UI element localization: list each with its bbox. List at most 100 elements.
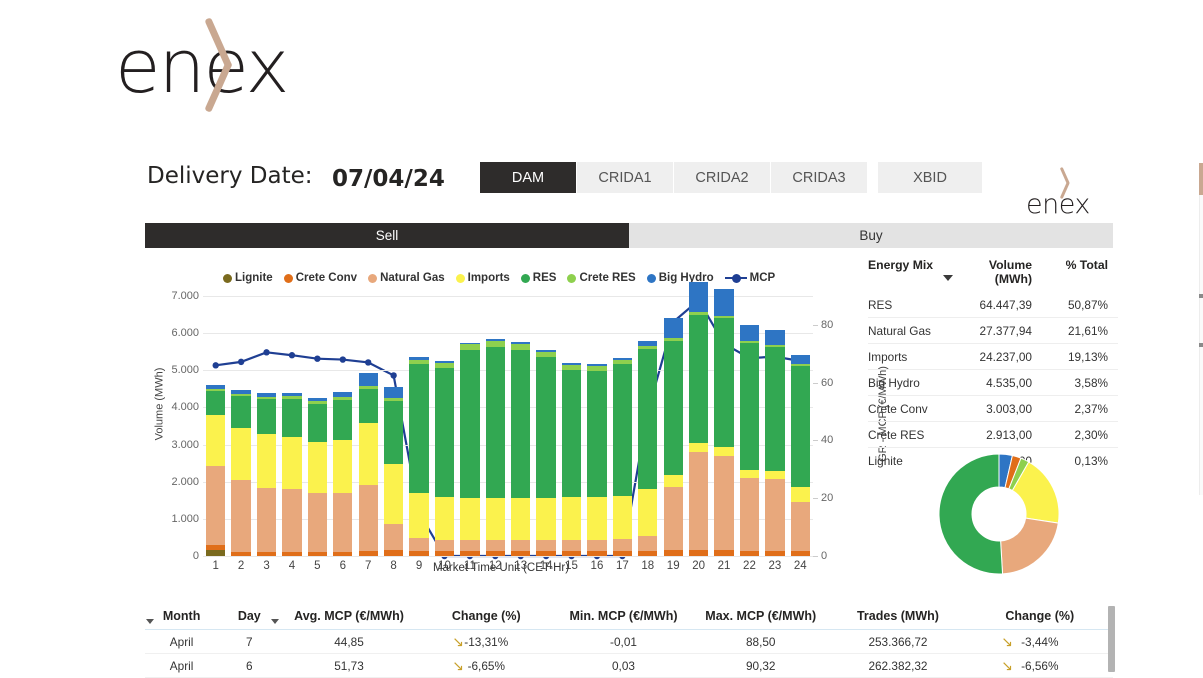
chart-bar[interactable]: [206, 384, 226, 556]
chart-bar[interactable]: [333, 392, 353, 556]
donut-slice-res[interactable]: [938, 453, 1004, 575]
mcp-data-point[interactable]: [339, 356, 346, 363]
legend-item-imports[interactable]: Imports: [455, 272, 510, 284]
chart-bar-segment-big-hydro: [231, 390, 251, 394]
chart-bar-segment-natural-gas: [714, 455, 734, 551]
chart-plot-area[interactable]: 0 1.000 2.000 3.000 4.000 5.000 6.000 7.000 0 20 4…: [171, 282, 833, 572]
energy-mix-row[interactable]: Crete Conv 3.003,00 2,37%: [868, 395, 1118, 421]
energy-mix-col-pct[interactable]: % Total: [1042, 258, 1108, 286]
sell-tab[interactable]: Sell: [145, 223, 629, 248]
chart-bar-segment-crete-conv: [638, 550, 658, 556]
chart-bar-segment-crete-conv: [536, 551, 556, 556]
brand-logo-chevron-icon: [222, 14, 282, 114]
history-table-row[interactable]: April 7 44,85 ↘ -13,31% -0,01 88,50 253.366,72 ↘…: [145, 630, 1113, 654]
energy-mix-donut-chart[interactable]: [935, 450, 1063, 578]
history-cell-max-mcp: 90,32: [745, 658, 776, 673]
chart-x-tick: 9: [415, 560, 423, 572]
legend-item-natural-gas[interactable]: Natural Gas: [368, 272, 445, 284]
history-col-trades[interactable]: Trades (MWh): [829, 609, 966, 623]
chart-bar[interactable]: [409, 357, 429, 556]
energy-mix-row[interactable]: Crete RES 2.913,00 2,30%: [868, 421, 1118, 447]
tab-crida3[interactable]: CRIDA3: [771, 162, 867, 193]
chart-x-tick: 8: [390, 560, 397, 572]
legend-label: Crete Conv: [295, 272, 358, 284]
chart-bar[interactable]: [231, 390, 251, 556]
chart-bar[interactable]: [561, 363, 582, 556]
history-col-avg-mcp[interactable]: Avg. MCP (€/MWh): [280, 609, 417, 623]
chart-x-tick: 17: [615, 560, 629, 572]
chart-bar-segment-res: [688, 314, 709, 444]
trend-down-icon: ↘: [1001, 657, 1013, 673]
chart-bar[interactable]: [663, 317, 683, 556]
energy-mix-col-name[interactable]: Energy Mix: [868, 258, 950, 286]
history-cell-trades: 262.382,32: [868, 658, 928, 673]
chart-bar[interactable]: [714, 288, 734, 556]
chart-bar[interactable]: [307, 398, 328, 556]
tab-xbid[interactable]: XBID: [878, 162, 982, 193]
history-col-trades-change[interactable]: Change (%): [967, 609, 1113, 623]
chart-bar[interactable]: [358, 373, 378, 556]
chart-y2-tickmark: [813, 556, 818, 557]
chart-bar-segment-big-hydro: [638, 341, 658, 346]
sort-caret-month-icon[interactable]: [146, 619, 154, 624]
chart-bar[interactable]: [587, 364, 607, 556]
history-col-month[interactable]: Month: [145, 609, 218, 623]
history-table-scrollbar-thumb[interactable]: [1108, 606, 1115, 672]
chart-bar[interactable]: [511, 342, 531, 556]
chart-y-tick: 3.000: [171, 438, 199, 451]
chart-bar[interactable]: [638, 341, 658, 556]
chart-bar[interactable]: [790, 354, 810, 556]
mcp-data-point[interactable]: [237, 358, 245, 366]
header-brand-logo: enex: [1026, 166, 1098, 220]
energy-mix-row[interactable]: Big Hydro 4.535,00 3,58%: [868, 369, 1118, 395]
history-col-change[interactable]: Change (%): [418, 609, 555, 623]
chart-bar-segment-crete-conv: [231, 551, 251, 556]
chart-bar[interactable]: [612, 358, 633, 556]
history-col-min-mcp[interactable]: Min. MCP (€/MWh): [555, 609, 692, 623]
energy-mix-row[interactable]: RES 64.447,39 50,87%: [868, 292, 1118, 317]
legend-item-crete-conv[interactable]: Crete Conv: [283, 272, 358, 284]
mcp-data-point[interactable]: [212, 362, 219, 369]
history-table-scrollbar[interactable]: [1108, 604, 1115, 675]
history-col-max-mcp[interactable]: Max. MCP (€/MWh): [692, 609, 829, 623]
mcp-data-point[interactable]: [390, 372, 397, 379]
chart-bar[interactable]: [688, 282, 709, 556]
buy-tab[interactable]: Buy: [629, 223, 1113, 248]
chart-bar[interactable]: [434, 361, 455, 556]
mcp-data-point[interactable]: [288, 352, 296, 359]
legend-label: Crete RES: [579, 272, 636, 284]
history-table-row[interactable]: April 6 51,73 ↘ -6,65% 0,03 90,32 262.382,32 ↘ -6…: [145, 654, 1113, 678]
legend-item-res[interactable]: RES: [520, 272, 556, 284]
chart-bar[interactable]: [383, 387, 404, 556]
energy-mix-col-volume[interactable]: Volume (MWh): [950, 258, 1042, 286]
chart-x-tick: 23: [768, 560, 782, 572]
delivery-date-value[interactable]: 07/04/24: [332, 166, 445, 192]
legend-item-crete-res[interactable]: Crete RES: [567, 272, 636, 284]
energy-mix-row[interactable]: Natural Gas 27.377,94 21,61%: [868, 317, 1118, 343]
chart-bar-segment-crete-conv: [688, 550, 709, 556]
mcp-data-point[interactable]: [314, 355, 321, 362]
chart-bar-segment-crete-res: [307, 401, 328, 405]
donut-slice-natural-gas[interactable]: [1000, 517, 1059, 575]
chart-bar-segment-res: [511, 349, 531, 499]
tab-crida1[interactable]: CRIDA1: [577, 162, 673, 193]
sort-descending-icon[interactable]: [943, 275, 953, 281]
mcp-data-point[interactable]: [263, 349, 270, 356]
chart-bar[interactable]: [765, 329, 785, 556]
tab-crida2[interactable]: CRIDA2: [674, 162, 770, 193]
chart-bar[interactable]: [256, 393, 277, 556]
chart-bar[interactable]: [282, 393, 302, 556]
mcp-data-point[interactable]: [365, 359, 372, 366]
chart-bar[interactable]: [460, 342, 480, 556]
chart-bar[interactable]: [485, 339, 505, 556]
chart-bar[interactable]: [536, 350, 556, 556]
tab-dam[interactable]: DAM: [480, 162, 576, 193]
legend-item-mcp[interactable]: MCP: [724, 272, 775, 284]
chart-bar-segment-res: [231, 395, 251, 428]
chart-bar-segment-big-hydro: [256, 393, 277, 397]
legend-item-lignite[interactable]: Lignite: [223, 272, 273, 284]
chart-x-tick: 6: [339, 560, 346, 572]
chart-bar[interactable]: [739, 324, 760, 556]
sort-caret-day-icon[interactable]: [271, 619, 279, 624]
energy-mix-row[interactable]: Imports 24.237,00 19,13%: [868, 343, 1118, 369]
